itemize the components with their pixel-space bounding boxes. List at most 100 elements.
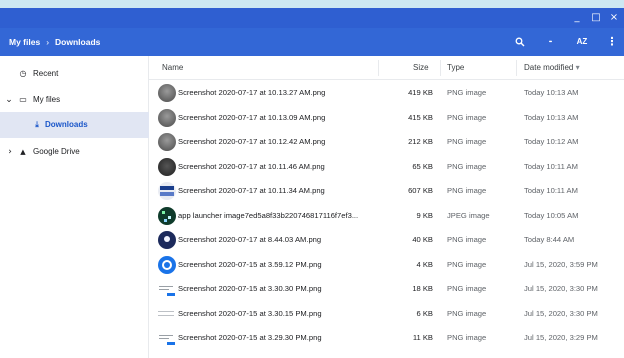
sort-button[interactable]: AZ — [573, 35, 591, 49]
file-name: Screenshot 2020-07-15 at 3.30.30 PM.png — [178, 284, 322, 293]
file-size: 415 KB — [408, 112, 433, 122]
file-thumbnail — [158, 329, 176, 347]
file-size: 419 KB — [408, 88, 433, 97]
file-size: 9 KB — [416, 210, 433, 220]
column-divider[interactable] — [516, 60, 517, 76]
chevron-right-icon[interactable]: › — [4, 139, 16, 165]
file-date-modified: Today 10:13 AM — [524, 88, 579, 97]
grid-view-button[interactable]: ▪▪▪ — [543, 35, 557, 49]
search-button[interactable] — [513, 35, 527, 49]
toolbar: My files › Downloads ▪▪▪ AZ ⋮ — [0, 28, 624, 56]
sidebar-item-label: My files — [33, 95, 61, 104]
file-name: app launcher image7ed5a8f33b220746817116… — [178, 210, 359, 220]
sidebar-item-label: Downloads — [45, 120, 88, 129]
file-name: Screenshot 2020-07-17 at 10.13.27 AM.png — [178, 88, 326, 97]
file-thumbnail — [158, 255, 176, 274]
file-thumbnail — [158, 304, 176, 323]
file-date-modified: Today 10:11 AM — [524, 186, 578, 195]
file-size: 18 KB — [412, 284, 433, 293]
file-type: PNG image — [447, 186, 487, 195]
file-date-modified: Jul 15, 2020, 3:29 PM — [524, 333, 598, 342]
sidebar: ◷ Recent ⌄ ▭ My files ⤓ Downloads › ▲ Go… — [0, 56, 149, 358]
column-header-date-modified[interactable]: Date modified ▾ — [524, 56, 580, 80]
file-date-modified: Jul 15, 2020, 3:30 PM — [524, 308, 598, 318]
table-row[interactable]: Screenshot 2020-07-17 at 10.12.42 AM.png… — [149, 130, 624, 154]
table-row[interactable]: Screenshot 2020-07-17 at 10.11.34 AM.png… — [149, 179, 624, 203]
file-type: PNG image — [447, 88, 487, 97]
table-row[interactable]: Screenshot 2020-07-17 at 10.13.09 AM.png… — [149, 106, 624, 130]
table-row[interactable]: Screenshot 2020-07-15 at 3.30.30 PM.png 1… — [149, 277, 624, 301]
file-size: 212 KB — [408, 137, 433, 146]
file-size: 6 KB — [416, 308, 433, 318]
breadcrumb-downloads[interactable]: Downloads — [55, 28, 100, 56]
column-header-type[interactable]: Type — [447, 56, 464, 80]
column-header-name[interactable]: Name — [162, 56, 183, 80]
file-type: PNG image — [447, 137, 487, 146]
download-icon: ⤓ — [35, 120, 39, 129]
file-type: JPEG image — [447, 210, 490, 220]
file-date-modified: Today 10:13 AM — [524, 112, 579, 122]
file-thumbnail — [158, 108, 176, 127]
table-row[interactable]: Screenshot 2020-07-17 at 10.13.27 AM.png… — [149, 81, 624, 105]
sidebar-item-my-files[interactable]: ⌄ ▭ My files — [0, 87, 149, 113]
column-divider[interactable] — [440, 60, 441, 76]
file-date-modified: Today 10:05 AM — [524, 210, 579, 220]
sidebar-item-label: Recent — [33, 69, 59, 78]
breadcrumb: My files › Downloads — [9, 28, 100, 56]
table-row[interactable]: Screenshot 2020-07-15 at 3.29.30 PM.png 1… — [149, 326, 624, 350]
file-type: PNG image — [447, 308, 487, 318]
search-icon — [515, 37, 525, 47]
file-type: PNG image — [447, 333, 487, 342]
file-name: Screenshot 2020-07-17 at 10.11.34 AM.png — [178, 186, 325, 195]
file-name: Screenshot 2020-07-17 at 10.11.46 AM.png — [178, 161, 325, 171]
file-type: PNG image — [447, 259, 487, 269]
sidebar-item-downloads[interactable]: ⤓ Downloads — [0, 112, 149, 138]
laptop-icon: ▭ — [19, 95, 27, 104]
clock-icon: ◷ — [19, 69, 27, 78]
table-row[interactable]: Screenshot 2020-07-15 at 3.30.15 PM.png 6… — [149, 302, 624, 326]
file-size: 11 KB — [412, 333, 433, 342]
file-type: PNG image — [447, 284, 487, 293]
column-divider[interactable] — [378, 60, 379, 76]
breadcrumb-separator: › — [46, 37, 50, 47]
file-thumbnail — [158, 157, 176, 176]
file-size: 607 KB — [408, 186, 433, 195]
file-date-modified: Today 10:11 AM — [524, 161, 578, 171]
table-row[interactable]: Screenshot 2020-07-17 at 10.11.46 AM.png… — [149, 155, 624, 179]
file-thumbnail — [158, 206, 176, 225]
table-row[interactable]: Screenshot 2020-07-17 at 8.44.03 AM.png 4… — [149, 228, 624, 252]
chevron-down-icon[interactable]: ⌄ — [3, 87, 15, 113]
file-thumbnail — [158, 133, 176, 151]
file-date-modified: Jul 15, 2020, 3:59 PM — [524, 259, 598, 269]
drive-icon: ▲ — [20, 148, 26, 156]
file-type: PNG image — [447, 161, 487, 171]
table-row[interactable]: app launcher image7ed5a8f33b220746817116… — [149, 204, 624, 228]
file-size: 65 KB — [412, 161, 433, 171]
sort-down-icon: ▾ — [575, 63, 580, 72]
file-thumbnail — [158, 280, 176, 298]
more-menu-button[interactable]: ⋮ — [605, 35, 619, 49]
sort-az-icon: AZ — [576, 37, 588, 46]
file-name: Screenshot 2020-07-17 at 10.12.42 AM.png — [178, 137, 326, 146]
file-list: Name Size Type Date modified ▾ Screensho… — [149, 56, 624, 358]
maximize-button[interactable]: □ — [589, 11, 603, 25]
breadcrumb-my-files[interactable]: My files — [9, 28, 40, 56]
minimize-button[interactable]: _ — [570, 11, 584, 25]
column-header-label: Date modified — [524, 63, 574, 72]
window-titlebar[interactable]: _ □ × — [0, 8, 624, 28]
desktop-strip — [0, 0, 624, 8]
file-thumbnail — [158, 231, 176, 249]
grid-icon: ▪▪▪ — [548, 39, 552, 45]
file-size: 40 KB — [412, 235, 433, 244]
column-header-size[interactable]: Size — [413, 56, 429, 80]
sidebar-item-google-drive[interactable]: › ▲ Google Drive — [0, 139, 149, 165]
table-row[interactable]: Screenshot 2020-07-15 at 3.59.12 PM.png 4… — [149, 253, 624, 277]
sidebar-item-label: Google Drive — [33, 147, 80, 156]
file-name: Screenshot 2020-07-15 at 3.29.30 PM.png — [178, 333, 322, 342]
file-size: 4 KB — [416, 259, 433, 269]
sidebar-item-recent[interactable]: ◷ Recent — [0, 61, 149, 87]
file-type: PNG image — [447, 112, 487, 122]
file-date-modified: Jul 15, 2020, 3:30 PM — [524, 284, 598, 293]
close-button[interactable]: × — [607, 11, 621, 25]
file-name: Screenshot 2020-07-17 at 8.44.03 AM.png — [178, 235, 322, 244]
